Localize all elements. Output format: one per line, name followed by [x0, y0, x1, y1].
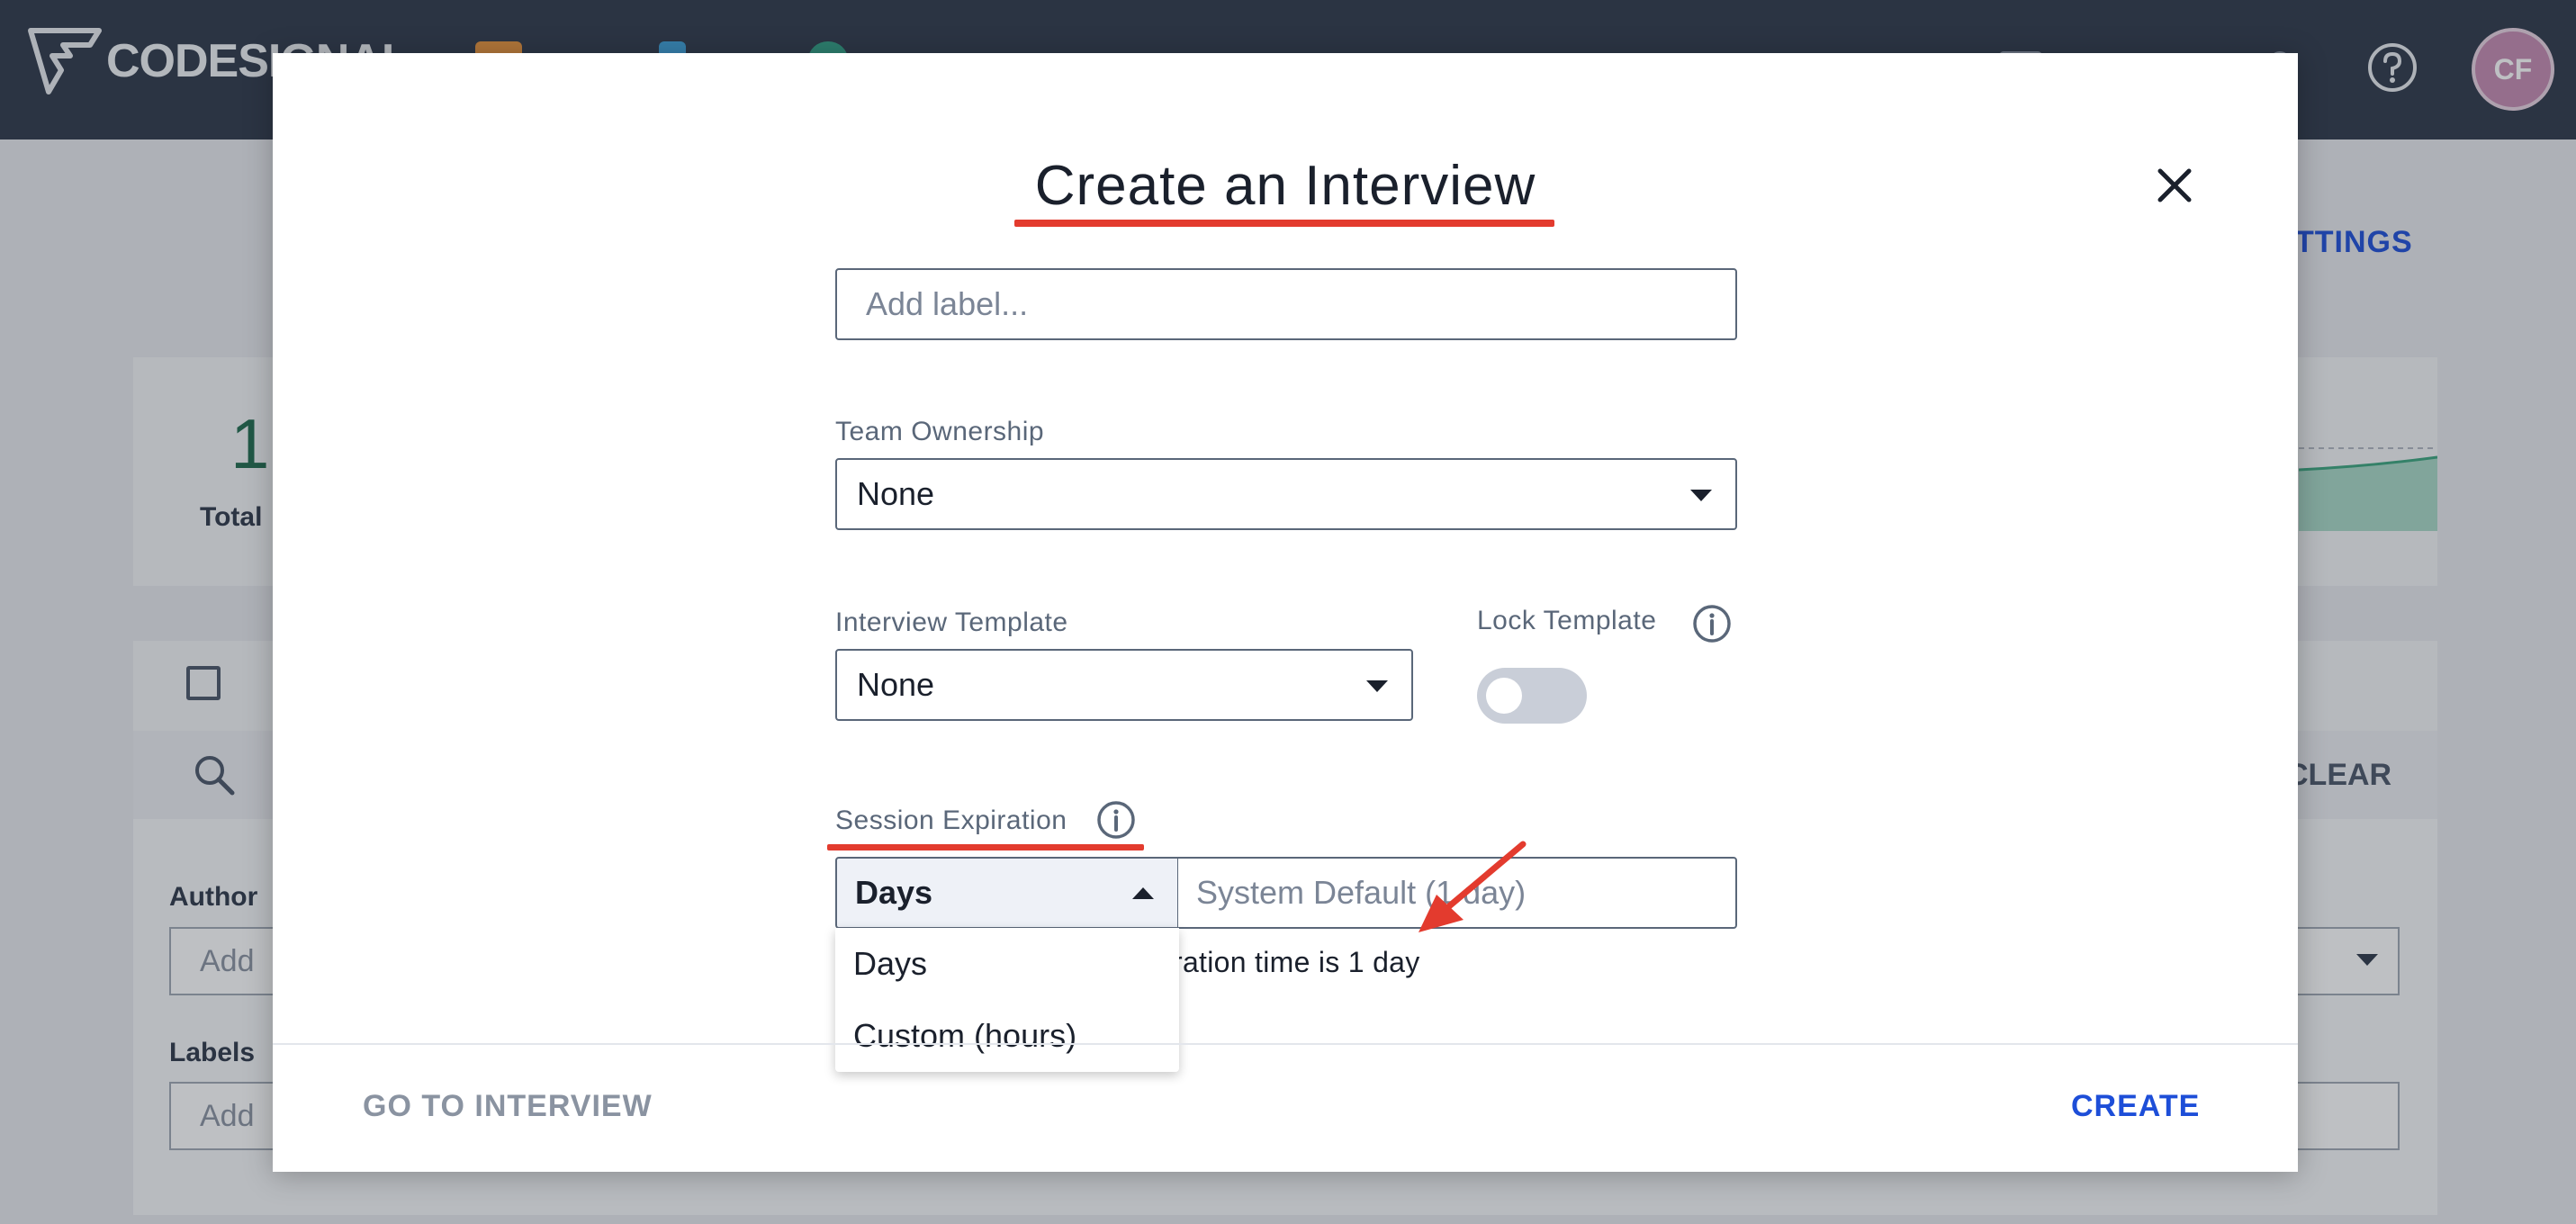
expiration-unit-dropdown: Days Custom (hours)	[835, 928, 1179, 1072]
session-annotation-underline	[827, 844, 1144, 850]
lock-template-label: Lock Template	[1477, 606, 1657, 635]
interview-template-label: Interview Template	[835, 608, 1068, 637]
toggle-knob	[1486, 678, 1522, 714]
interview-template-value: None	[857, 666, 935, 703]
team-ownership-value: None	[857, 475, 935, 512]
modal-title: Create an Interview	[1034, 155, 1536, 217]
team-ownership-label: Team Ownership	[835, 417, 1045, 446]
add-label-input[interactable]	[835, 268, 1737, 340]
title-annotation-underline	[1014, 220, 1554, 227]
expiration-helper-text: ration time is 1 day	[1173, 946, 1420, 978]
info-icon[interactable]	[1096, 800, 1136, 840]
go-to-interview-button[interactable]: GO TO INTERVIEW	[363, 1089, 653, 1124]
interview-template-select[interactable]: None	[835, 649, 1413, 721]
create-button[interactable]: CREATE	[2071, 1089, 2200, 1124]
chevron-up-icon	[1132, 887, 1154, 899]
expiration-unit-select[interactable]: Days	[835, 857, 1179, 929]
modal-footer-divider	[273, 1043, 2298, 1045]
team-ownership-select[interactable]: None	[835, 458, 1737, 530]
chevron-down-icon	[1366, 680, 1388, 692]
annotation-arrow-icon	[1419, 841, 1527, 932]
info-icon[interactable]	[1692, 604, 1732, 644]
expiration-unit-value: Days	[855, 874, 933, 911]
close-icon[interactable]	[2148, 158, 2202, 212]
dropdown-option-days[interactable]: Days	[835, 928, 1179, 1000]
create-interview-modal: Create an Interview Team Ownership None …	[273, 53, 2298, 1172]
dropdown-option-custom-hours[interactable]: Custom (hours)	[835, 1000, 1179, 1072]
session-expiration-label: Session Expiration	[835, 806, 1067, 835]
chevron-down-icon	[1690, 490, 1712, 501]
lock-template-toggle[interactable]	[1477, 668, 1587, 724]
